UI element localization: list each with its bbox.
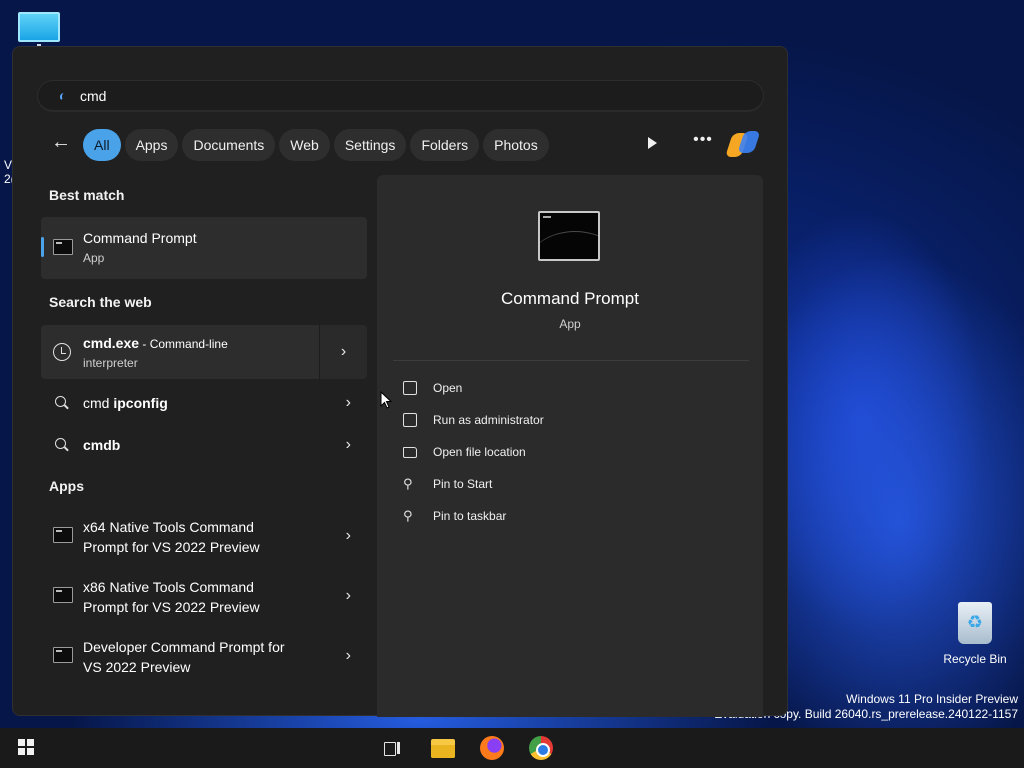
action-pin-to-start-label: Pin to Start: [433, 477, 493, 491]
preview-title: Command Prompt: [501, 289, 639, 308]
command-prompt-icon: [53, 527, 73, 543]
web-suggestion-cmdb[interactable]: cmdb ›: [41, 431, 367, 459]
loading-spinner-icon: [60, 93, 68, 101]
search-web-heading: Search the web: [49, 294, 152, 310]
shield-admin-icon: [403, 413, 417, 427]
file-explorer-icon[interactable]: [431, 736, 455, 760]
web-result-subtitle: interpreter: [83, 356, 138, 370]
app-result-title-line2: Prompt for VS 2022 Preview: [83, 599, 260, 615]
back-arrow-icon[interactable]: ←: [49, 131, 73, 155]
history-icon: [53, 343, 71, 361]
filter-tab-settings[interactable]: Settings: [333, 129, 407, 161]
search-icon: [55, 396, 69, 410]
chevron-right-icon: ›: [345, 527, 351, 544]
action-run-as-administrator[interactable]: Run as administrator: [403, 409, 733, 433]
app-result-title-line2: Prompt for VS 2022 Preview: [83, 539, 260, 555]
chevron-right-icon: ›: [345, 647, 351, 664]
web-suggestion-ipconfig[interactable]: cmd ipconfig ›: [41, 389, 367, 417]
open-external-icon: [403, 381, 417, 395]
command-prompt-icon: [53, 239, 73, 255]
app-result-title-line1: x64 Native Tools Command: [83, 519, 254, 535]
play-icon[interactable]: [641, 131, 665, 155]
search-input[interactable]: [80, 85, 740, 107]
more-options-icon[interactable]: •••: [691, 131, 715, 155]
recycle-bin-label: Recycle Bin: [943, 652, 1007, 666]
action-pin-to-taskbar[interactable]: ⚲ Pin to taskbar: [403, 505, 733, 529]
chevron-right-icon: ›: [345, 436, 351, 453]
apps-heading: Apps: [49, 478, 84, 494]
action-open-file-location-label: Open file location: [433, 445, 526, 459]
web-result-title: cmd.exe - Command-line: [83, 335, 228, 351]
mouse-cursor-icon: [380, 391, 392, 409]
web-result-expand-chevron-icon[interactable]: ›: [319, 325, 367, 379]
action-run-as-admin-label: Run as administrator: [433, 413, 544, 427]
command-prompt-large-icon: [538, 211, 600, 261]
pin-icon: ⚲: [403, 476, 413, 491]
filter-tab-documents[interactable]: Documents: [182, 129, 276, 161]
task-view-icon[interactable]: [380, 736, 404, 760]
action-pin-to-start[interactable]: ⚲ Pin to Start: [403, 473, 733, 497]
web-result-cmd-exe[interactable]: cmd.exe - Command-line interpreter: [41, 325, 319, 379]
search-box[interactable]: [37, 80, 764, 112]
chrome-icon[interactable]: [529, 736, 553, 760]
preview-subtitle: App: [559, 317, 581, 331]
selection-indicator: [41, 237, 44, 257]
taskbar: [0, 728, 1024, 768]
app-result-x86-native-tools[interactable]: x86 Native Tools Command Prompt for VS 2…: [41, 573, 367, 621]
filter-tab-photos[interactable]: Photos: [483, 129, 549, 161]
result-preview-pane: Command Prompt App Open Run as administr…: [377, 175, 763, 717]
app-result-x64-native-tools[interactable]: x64 Native Tools Command Prompt for VS 2…: [41, 513, 367, 561]
this-pc-desktop-icon[interactable]: [18, 12, 60, 49]
action-open[interactable]: Open: [403, 377, 733, 401]
recycle-bin[interactable]: Recycle Bin: [940, 602, 1010, 666]
filter-tabs: All Apps Documents Web Settings Folders …: [83, 129, 549, 161]
action-pin-to-taskbar-label: Pin to taskbar: [433, 509, 507, 523]
filter-tab-apps[interactable]: Apps: [124, 129, 179, 161]
pin-icon: ⚲: [403, 508, 413, 523]
folder-icon: [403, 447, 417, 458]
app-result-title-line1: x86 Native Tools Command: [83, 579, 254, 595]
windows-start-icon[interactable]: [16, 736, 40, 760]
best-match-result[interactable]: Command Prompt App: [41, 217, 367, 279]
web-suggestion-text: cmd ipconfig: [83, 395, 168, 411]
search-panel: ← All Apps Documents Web Settings Folder…: [12, 46, 788, 717]
action-open-file-location[interactable]: Open file location: [403, 441, 733, 465]
app-result-title-line2: VS 2022 Preview: [83, 659, 191, 675]
chevron-right-icon: ›: [345, 394, 351, 411]
filter-tab-web[interactable]: Web: [279, 129, 330, 161]
best-match-heading: Best match: [49, 187, 125, 203]
web-suggestion-text: cmdb: [83, 437, 121, 453]
recycle-bin-icon: [958, 602, 992, 644]
best-match-subtitle: App: [83, 251, 105, 265]
command-prompt-icon: [53, 647, 73, 663]
filter-tab-all[interactable]: All: [83, 129, 121, 161]
chevron-right-icon: ›: [345, 587, 351, 604]
app-result-developer-command-prompt[interactable]: Developer Command Prompt for VS 2022 Pre…: [41, 633, 367, 681]
command-prompt-icon: [53, 587, 73, 603]
app-result-title-line1: Developer Command Prompt for: [83, 639, 285, 655]
best-match-title: Command Prompt: [83, 230, 197, 246]
firefox-icon[interactable]: [480, 736, 504, 760]
filter-tab-folders[interactable]: Folders: [410, 129, 480, 161]
preview-divider: [393, 360, 749, 361]
search-icon: [55, 438, 69, 452]
action-open-label: Open: [433, 381, 463, 395]
copilot-icon[interactable]: [725, 129, 761, 159]
